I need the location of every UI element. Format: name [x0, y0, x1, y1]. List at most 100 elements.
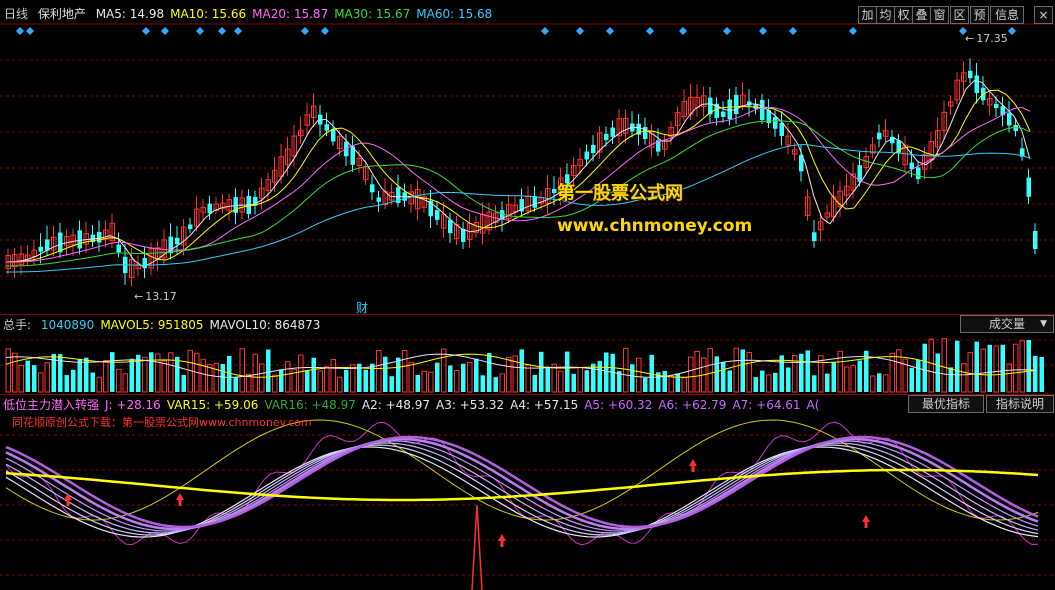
volume-bar-down [922, 343, 927, 392]
candle-body-down [610, 127, 615, 137]
volume-bar-down [71, 369, 76, 392]
volume-bar-down [727, 370, 732, 392]
volume-bar-down [643, 377, 648, 392]
volume-bar-down [129, 358, 134, 392]
volume-bar-down [565, 351, 570, 392]
indicator-help-button[interactable]: 指标说明 [986, 395, 1054, 413]
toolbar-button-7[interactable]: 信息 [990, 6, 1024, 24]
toolbar-button-2[interactable]: 权 [894, 6, 913, 24]
volume-bar-up [993, 345, 999, 393]
volume-bar-up [499, 373, 505, 393]
event-diamond-icon [723, 27, 731, 35]
toolbar-button-0[interactable]: 加 [858, 6, 877, 24]
volume-bar-up [681, 377, 687, 393]
candle-body-down [97, 231, 102, 243]
volume-bar-up [285, 361, 291, 393]
indicator-value-2: VAR15: +59.06 [166, 398, 259, 412]
volume-bar-up [142, 356, 148, 393]
volume-bar-down [532, 374, 537, 392]
toolbar-button-6[interactable]: 预 [970, 6, 989, 24]
candle-body-down [968, 70, 973, 79]
buy-arrow-icon [498, 534, 506, 541]
toolbar-button-3[interactable]: 叠 [912, 6, 931, 24]
volume-bar-up [506, 356, 512, 393]
event-diamond-icon [234, 27, 242, 35]
indicator-value-0: 低位主力潜入转强 [3, 398, 100, 412]
volume-bar-down [461, 363, 466, 392]
ma10-line [5, 89, 1031, 263]
volume-bar-up [298, 354, 304, 393]
volume-bar-down [760, 370, 765, 392]
toolbar-button-5[interactable]: 区 [950, 6, 969, 24]
volume-bar-up [844, 366, 850, 393]
volume-bar-down [435, 362, 440, 392]
price-header: 日线 保利地产 MA5: 14.98 MA10: 15.66 MA20: 15.87… [4, 6, 504, 22]
candle-body-down [175, 237, 180, 245]
buy-arrow-icon [176, 493, 184, 500]
candle-body-down [552, 188, 557, 194]
toolbar-button-4[interactable]: 窗 [930, 6, 949, 24]
event-diamond-icon [789, 27, 797, 35]
toolbar-button-1[interactable]: 均 [876, 6, 895, 24]
buy-arrow-stem [864, 522, 868, 528]
volume-bar-down [90, 372, 95, 392]
watermark-url: www.chnmoney.com [557, 216, 753, 236]
volume-bar-up [213, 362, 219, 393]
event-diamond-icon [606, 27, 614, 35]
volume-bar-down [480, 375, 485, 392]
volume-value-3: MAVOL10: 864873 [209, 318, 321, 332]
volume-indicator-dropdown[interactable]: 成交量 ▼ [960, 315, 1054, 333]
volume-bar-up [694, 350, 700, 393]
volume-bar-down [662, 370, 667, 392]
volume-bar-down [175, 356, 180, 392]
volume-bar-down [363, 369, 368, 392]
volume-bar-down [474, 358, 479, 392]
candle-body-down [1026, 177, 1031, 197]
volume-bar-down [571, 373, 576, 392]
candle-body-down [45, 239, 50, 251]
close-icon[interactable]: × [1034, 6, 1053, 24]
buy-arrow-icon [862, 515, 870, 522]
volume-bar-down [604, 352, 609, 392]
candle-body-down [909, 162, 914, 170]
volume-value-0: 总手: [3, 318, 35, 332]
candle-body-down [604, 133, 609, 141]
volume-bar-up [766, 374, 772, 393]
volume-bar-down [181, 375, 186, 392]
volume-bar-down [25, 360, 30, 392]
buy-arrow-stem [691, 466, 695, 472]
volume-bar-up [38, 372, 44, 393]
volume-bar-down [84, 357, 89, 392]
volume-bar-up [428, 371, 434, 393]
volume-bar-up [1013, 343, 1019, 393]
volume-bar-down [584, 370, 589, 392]
volume-bar-up [746, 352, 752, 393]
volume-bar-up [168, 352, 174, 393]
indicator-value-1: J: +28.16 [105, 398, 161, 412]
ma-value-4: MA60: 15.68 [416, 7, 493, 21]
volume-bar-up [967, 352, 973, 393]
volume-bar-down [32, 365, 37, 392]
candle-body-down [38, 246, 43, 252]
volume-bar-down [597, 360, 602, 392]
volume-bar-up [870, 375, 876, 393]
volume-bar-up [961, 363, 967, 393]
candle-body-down [142, 257, 147, 269]
ma5-line [5, 80, 1031, 267]
volume-bar-up [441, 348, 447, 393]
volume-bar-down [110, 352, 115, 392]
candle-body-down [435, 210, 440, 220]
ma20-line [5, 106, 1031, 263]
indicator-value-7: A5: +60.32 [584, 398, 653, 412]
indicator-value-9: A7: +64.61 [732, 398, 801, 412]
candle-body-down [370, 184, 375, 193]
best-indicator-button[interactable]: 最优指标 [908, 395, 984, 413]
volume-bar-up [200, 358, 206, 393]
volume-bar-up [1019, 340, 1025, 393]
volume-bar-up [421, 370, 427, 393]
volume-bar-down [233, 376, 238, 392]
volume-bar-down [948, 367, 953, 392]
event-diamond-icon [142, 27, 150, 35]
volume-bar-down [279, 369, 284, 392]
volume-bar-down [545, 366, 550, 392]
